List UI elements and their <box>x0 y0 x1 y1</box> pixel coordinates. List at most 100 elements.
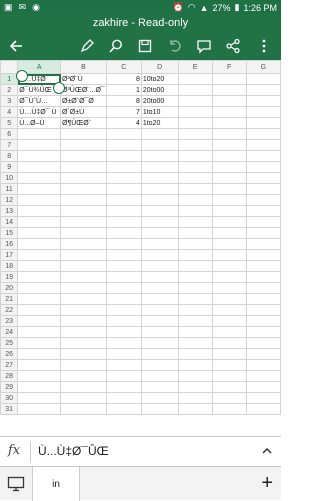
cell-c28[interactable] <box>105 370 142 382</box>
cell-e18[interactable] <box>177 260 213 272</box>
cell-b30[interactable] <box>60 392 107 404</box>
cell-c24[interactable] <box>105 326 142 338</box>
cell-f16[interactable] <box>211 238 247 250</box>
cell-a11[interactable] <box>17 183 62 195</box>
cell-g10[interactable] <box>245 172 281 184</box>
cell-g19[interactable] <box>245 271 281 283</box>
cell-c22[interactable] <box>105 304 142 316</box>
cell-e5[interactable] <box>177 117 213 129</box>
row-header[interactable]: 26 <box>0 348 19 360</box>
cell-f20[interactable] <box>211 282 247 294</box>
cell-d3[interactable]: 20to00 <box>140 95 179 107</box>
cell-a13[interactable] <box>17 205 62 217</box>
cell-e15[interactable] <box>177 227 213 239</box>
row-header[interactable]: 13 <box>0 205 19 217</box>
cell-d19[interactable] <box>140 271 179 283</box>
cell-c4[interactable]: 7 <box>105 106 142 118</box>
cell-b4[interactable]: Ø´Ø±Ù <box>60 106 107 118</box>
cell-g4[interactable] <box>245 106 281 118</box>
cell-g25[interactable] <box>245 337 281 349</box>
cell-d5[interactable]: 1to20 <box>140 117 179 129</box>
column-header-d[interactable]: D <box>140 60 179 74</box>
cell-g27[interactable] <box>245 359 281 371</box>
column-header-c[interactable]: C <box>105 60 142 74</box>
cell-b14[interactable] <box>60 216 107 228</box>
row-header[interactable]: 16 <box>0 238 19 250</box>
cell-e22[interactable] <box>177 304 213 316</box>
row-header[interactable]: 23 <box>0 315 19 327</box>
more-options-button[interactable] <box>250 32 278 60</box>
cell-g31[interactable] <box>245 403 281 415</box>
cell-g9[interactable] <box>245 161 281 173</box>
column-header-g[interactable]: G <box>245 60 281 74</box>
cell-e9[interactable] <box>177 161 213 173</box>
row-header[interactable]: 24 <box>0 326 19 338</box>
cell-f15[interactable] <box>211 227 247 239</box>
cell-b13[interactable] <box>60 205 107 217</box>
cell-e2[interactable] <box>177 84 213 96</box>
cell-f25[interactable] <box>211 337 247 349</box>
cell-a20[interactable] <box>17 282 62 294</box>
cell-d26[interactable] <box>140 348 179 360</box>
sheet-tab-in[interactable]: in <box>32 467 80 501</box>
cell-d29[interactable] <box>140 381 179 393</box>
cell-e29[interactable] <box>177 381 213 393</box>
formula-bar[interactable]: fx Ù...Ù‡Ø¯ÛŒ <box>0 436 281 466</box>
cell-d22[interactable] <box>140 304 179 316</box>
cell-g8[interactable] <box>245 150 281 162</box>
cell-g14[interactable] <box>245 216 281 228</box>
cell-f27[interactable] <box>211 359 247 371</box>
cell-e1[interactable] <box>177 73 213 85</box>
column-header-b[interactable]: B <box>60 60 107 74</box>
cell-f21[interactable] <box>211 293 247 305</box>
cell-d30[interactable] <box>140 392 179 404</box>
cell-d25[interactable] <box>140 337 179 349</box>
cell-f24[interactable] <box>211 326 247 338</box>
cell-a19[interactable] <box>17 271 62 283</box>
cell-b18[interactable] <box>60 260 107 272</box>
cell-d1[interactable]: 10to20 <box>140 73 179 85</box>
cell-e8[interactable] <box>177 150 213 162</box>
cell-a21[interactable] <box>17 293 62 305</box>
cell-d20[interactable] <box>140 282 179 294</box>
cell-g2[interactable] <box>245 84 281 96</box>
cell-f3[interactable] <box>211 95 247 107</box>
cell-a31[interactable] <box>17 403 62 415</box>
cell-d4[interactable]: 1to10 <box>140 106 179 118</box>
cell-c10[interactable] <box>105 172 142 184</box>
spreadsheet-grid[interactable]: ABCDEFG 1 Ù…Ù‡Ø¯ Ø³Ø¨Ù 8 10to20 2 Ø¯Ù¾ÛŒ Ø³ÛŒØ¨… <box>0 60 281 436</box>
cell-d17[interactable] <box>140 249 179 261</box>
cell-c27[interactable] <box>105 359 142 371</box>
cell-b8[interactable] <box>60 150 107 162</box>
row-header[interactable]: 3 <box>0 95 19 107</box>
cell-d12[interactable] <box>140 194 179 206</box>
cell-d7[interactable] <box>140 139 179 151</box>
cell-f30[interactable] <box>211 392 247 404</box>
cell-g1[interactable] <box>245 73 281 85</box>
cell-b6[interactable] <box>60 128 107 140</box>
cell-a24[interactable] <box>17 326 62 338</box>
cell-c11[interactable] <box>105 183 142 195</box>
cell-e27[interactable] <box>177 359 213 371</box>
cell-c13[interactable] <box>105 205 142 217</box>
cell-c29[interactable] <box>105 381 142 393</box>
row-header[interactable]: 25 <box>0 337 19 349</box>
cell-e25[interactable] <box>177 337 213 349</box>
add-sheet-button[interactable]: + <box>261 473 273 493</box>
cell-f28[interactable] <box>211 370 247 382</box>
cell-e10[interactable] <box>177 172 213 184</box>
cell-c20[interactable] <box>105 282 142 294</box>
cell-b21[interactable] <box>60 293 107 305</box>
row-header[interactable]: 28 <box>0 370 19 382</box>
undo-button[interactable] <box>161 32 189 60</box>
comment-button[interactable] <box>190 32 218 60</box>
cell-c21[interactable] <box>105 293 142 305</box>
cell-e19[interactable] <box>177 271 213 283</box>
row-header[interactable]: 8 <box>0 150 19 162</box>
cell-d28[interactable] <box>140 370 179 382</box>
cell-a23[interactable] <box>17 315 62 327</box>
cell-f5[interactable] <box>211 117 247 129</box>
cell-c26[interactable] <box>105 348 142 360</box>
cell-a30[interactable] <box>17 392 62 404</box>
cell-e17[interactable] <box>177 249 213 261</box>
